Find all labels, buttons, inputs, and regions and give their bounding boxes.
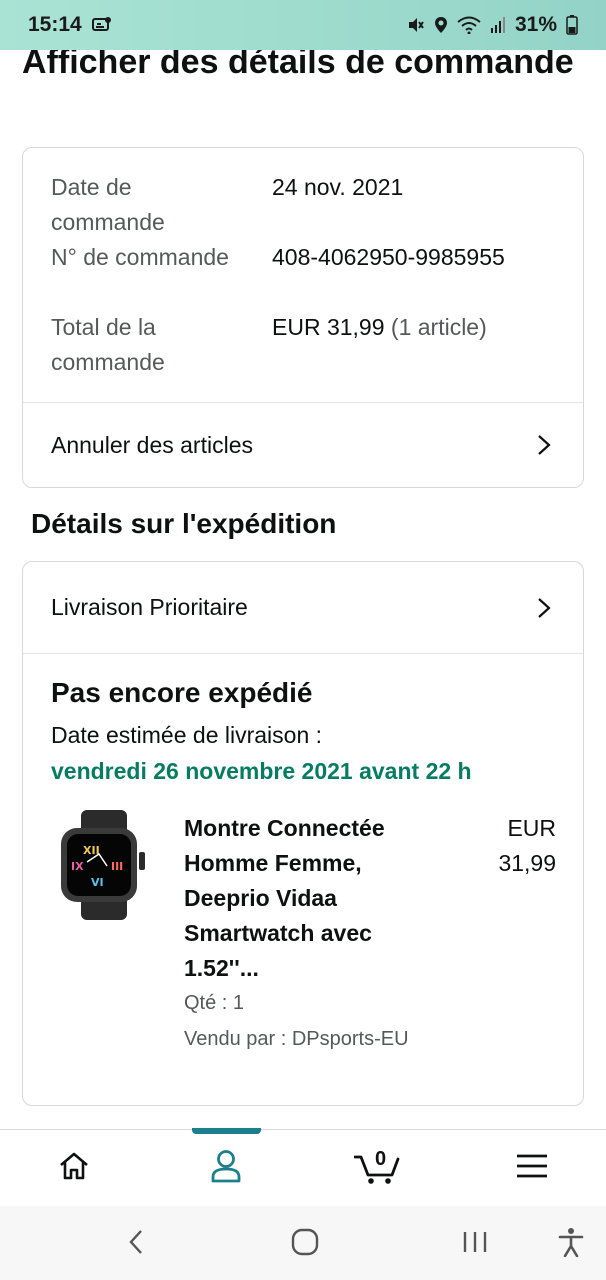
order-number-value: 408-4062950-9985955 (272, 244, 505, 270)
shipment-status: Pas encore expédié (51, 677, 313, 708)
bottom-navigation: 0 (0, 1128, 606, 1207)
nav-menu[interactable] (492, 1130, 572, 1207)
delivery-option-label: Livraison Prioritaire (51, 594, 248, 620)
delivery-estimate-label: Date estimée de livraison : (51, 722, 323, 748)
svg-text:III: III (111, 860, 123, 873)
order-total-row: Total de la commande EUR 31,99 (1 articl… (51, 310, 571, 380)
order-date-value: 24 nov. 2021 (272, 174, 404, 200)
location-icon (434, 16, 448, 34)
order-date-row: Date de commande 24 nov. 2021 (51, 170, 571, 240)
nav-account[interactable] (186, 1130, 266, 1207)
battery-percentage: 31% (514, 13, 557, 36)
order-total-amount: EUR 31,99 (272, 314, 385, 340)
account-icon (210, 1149, 242, 1188)
menu-icon (516, 1153, 548, 1184)
order-summary-card: Date de commande 24 nov. 2021 N° de comm… (22, 147, 584, 488)
delivery-estimate-date: vendredi 26 novembre 2021 avant 22 h (51, 758, 472, 784)
nav-home[interactable] (34, 1130, 114, 1207)
cancel-items-label: Annuler des articles (51, 431, 253, 458)
mute-icon (407, 16, 425, 34)
chevron-right-icon (533, 597, 555, 619)
svg-text:VI: VI (91, 876, 104, 889)
order-date-label: Date de commande (51, 174, 165, 235)
product-seller: Vendu par : DPsports-EU (184, 1028, 409, 1050)
order-total-value: EUR 31,99 (1 article) (272, 310, 487, 345)
battery-icon (566, 15, 578, 35)
order-total-label: Total de la commande (51, 314, 165, 375)
wifi-icon (457, 16, 481, 34)
order-item-count: (1 article) (384, 314, 487, 340)
system-navigation-bar (0, 1206, 606, 1280)
recent-apps-button[interactable] (455, 1224, 495, 1264)
status-bar: 15:14 31% (0, 0, 606, 50)
back-icon (127, 1229, 145, 1260)
nav-cart[interactable]: 0 (337, 1130, 417, 1207)
back-button[interactable] (116, 1224, 156, 1264)
notification-icon (91, 16, 112, 34)
product-image[interactable]: XII IX III VI (59, 810, 149, 920)
chevron-right-icon (533, 434, 555, 456)
home-circle-icon (291, 1228, 319, 1261)
shipping-details-heading: Détails sur l'expédition (31, 508, 337, 539)
order-number-row: N° de commande 408-4062950-9985955 (51, 240, 571, 310)
svg-text:IX: IX (71, 860, 84, 873)
cart-count-badge: 0 (375, 1148, 387, 1170)
order-number-label: N° de commande (51, 244, 229, 270)
signal-icon (490, 16, 506, 34)
home-icon (58, 1151, 90, 1186)
product-quantity: Qté : 1 (184, 992, 245, 1014)
accessibility-icon (558, 1227, 584, 1262)
cancel-items-link[interactable]: Annuler des articles (23, 403, 583, 487)
delivery-option-link[interactable]: Livraison Prioritaire (23, 562, 583, 653)
product-title-link[interactable]: Montre Connectée Homme Femme, Deeprio Vi… (184, 811, 424, 986)
accessibility-button[interactable] (551, 1224, 591, 1264)
recent-apps-icon (462, 1230, 488, 1259)
shipment-card: Livraison Prioritaire Pas encore expédié… (22, 561, 584, 1106)
divider (23, 653, 583, 654)
home-button[interactable] (285, 1224, 325, 1264)
clock: 15:14 (28, 13, 82, 36)
product-price: EUR 31,99 (498, 815, 556, 876)
